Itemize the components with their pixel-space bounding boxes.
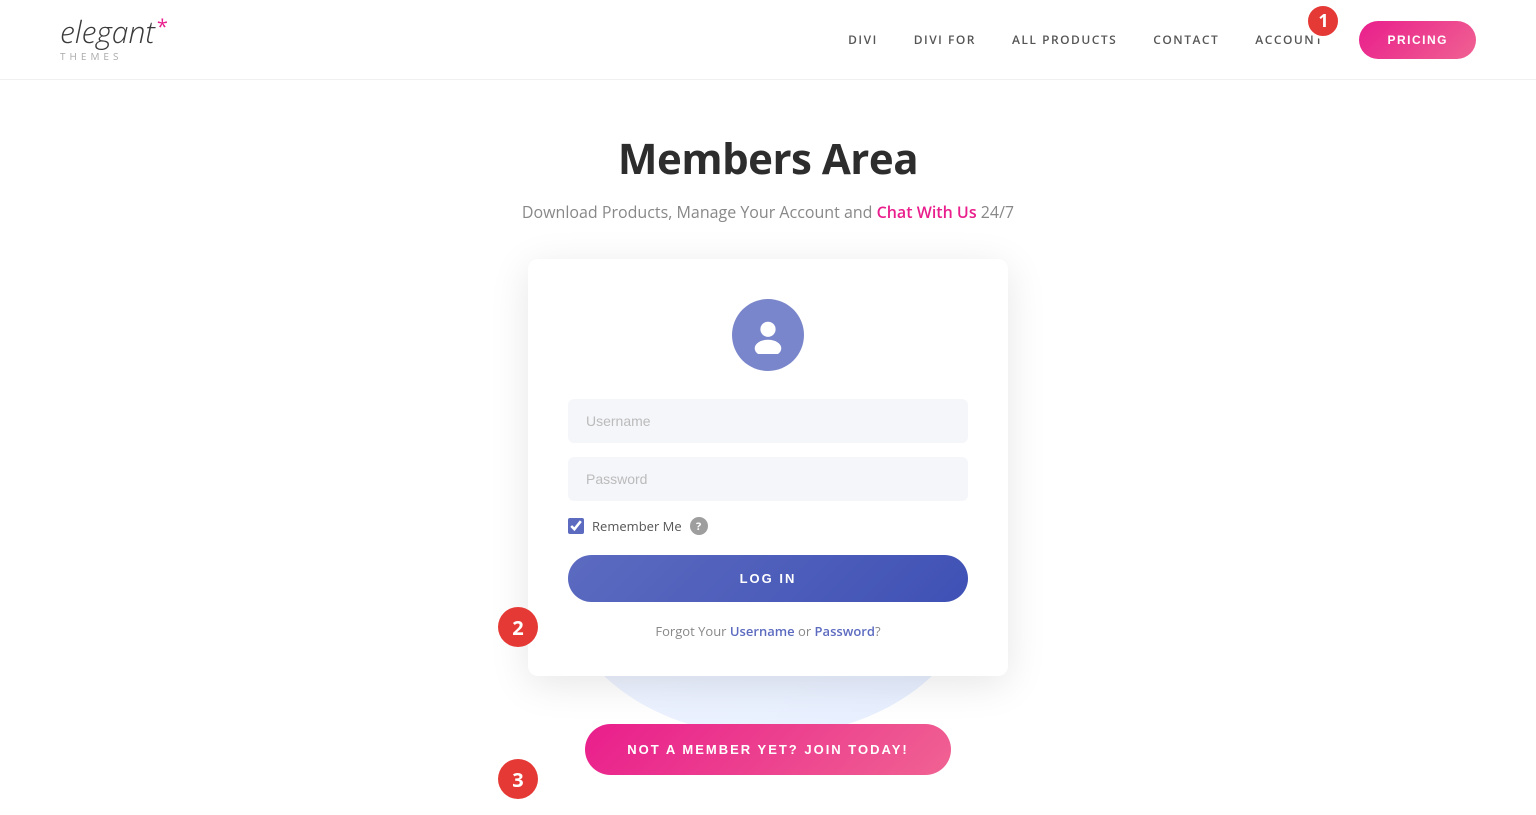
remember-me-label: Remember Me: [592, 517, 682, 535]
main-nav: DIVI DIVI FOR ALL PRODUCTS CONTACT ACCOU…: [848, 21, 1476, 59]
forgot-prefix: Forgot Your: [655, 622, 729, 640]
pricing-button[interactable]: PRICING: [1359, 21, 1476, 59]
user-avatar-icon: [732, 299, 804, 371]
annotation-badge-3: 3: [498, 759, 538, 799]
chat-link[interactable]: Chat With Us: [877, 201, 977, 223]
remember-me-checkbox[interactable]: [568, 518, 584, 534]
password-group: [568, 457, 968, 501]
user-svg-icon: [749, 316, 787, 354]
nav-item-divi-for[interactable]: DIVI FOR: [914, 31, 976, 48]
subtitle-suffix: 24/7: [977, 201, 1014, 223]
forgot-password-link[interactable]: Password: [815, 622, 875, 640]
nav-item-divi[interactable]: DIVI: [848, 31, 878, 48]
main-content: Members Area Download Products, Manage Y…: [0, 80, 1536, 815]
join-button-wrap: NOT A MEMBER YET? JOIN TODAY!: [585, 724, 950, 775]
logo[interactable]: elegant * themes: [60, 17, 168, 63]
forgot-or: or: [795, 622, 815, 640]
page-title: Members Area: [618, 130, 918, 187]
nav-item-all-products[interactable]: ALL PRODUCTS: [1012, 31, 1117, 48]
nav-item-contact[interactable]: CONTACT: [1153, 31, 1219, 48]
annotation-badge-2: 2: [498, 607, 538, 647]
page-subtitle: Download Products, Manage Your Account a…: [522, 201, 1014, 223]
forgot-username-link[interactable]: Username: [730, 622, 795, 640]
logo-subtext: themes: [60, 49, 122, 63]
site-header: elegant * themes DIVI DIVI FOR ALL PRODU…: [0, 0, 1536, 80]
username-input[interactable]: [568, 399, 968, 443]
forgot-text: Forgot Your Username or Password?: [655, 622, 880, 640]
logo-word: elegant: [60, 17, 155, 47]
forgot-suffix: ?: [875, 622, 881, 640]
join-button[interactable]: NOT A MEMBER YET? JOIN TODAY!: [585, 724, 950, 775]
username-group: [568, 399, 968, 443]
account-badge: 1: [1305, 3, 1341, 39]
subtitle-prefix: Download Products, Manage Your Account a…: [522, 201, 877, 223]
account-wrap: ACCOUNT 1: [1255, 31, 1323, 48]
help-icon[interactable]: ?: [690, 517, 708, 535]
password-input[interactable]: [568, 457, 968, 501]
login-button[interactable]: LOG IN: [568, 555, 968, 602]
remember-me-row: Remember Me ?: [568, 517, 968, 535]
login-card: Remember Me ? LOG IN Forgot Your Usernam…: [528, 259, 1008, 676]
login-section: 2 3: [528, 259, 1008, 676]
login-card-wrap: Remember Me ? LOG IN Forgot Your Usernam…: [528, 259, 1008, 676]
logo-asterisk: *: [157, 17, 168, 37]
